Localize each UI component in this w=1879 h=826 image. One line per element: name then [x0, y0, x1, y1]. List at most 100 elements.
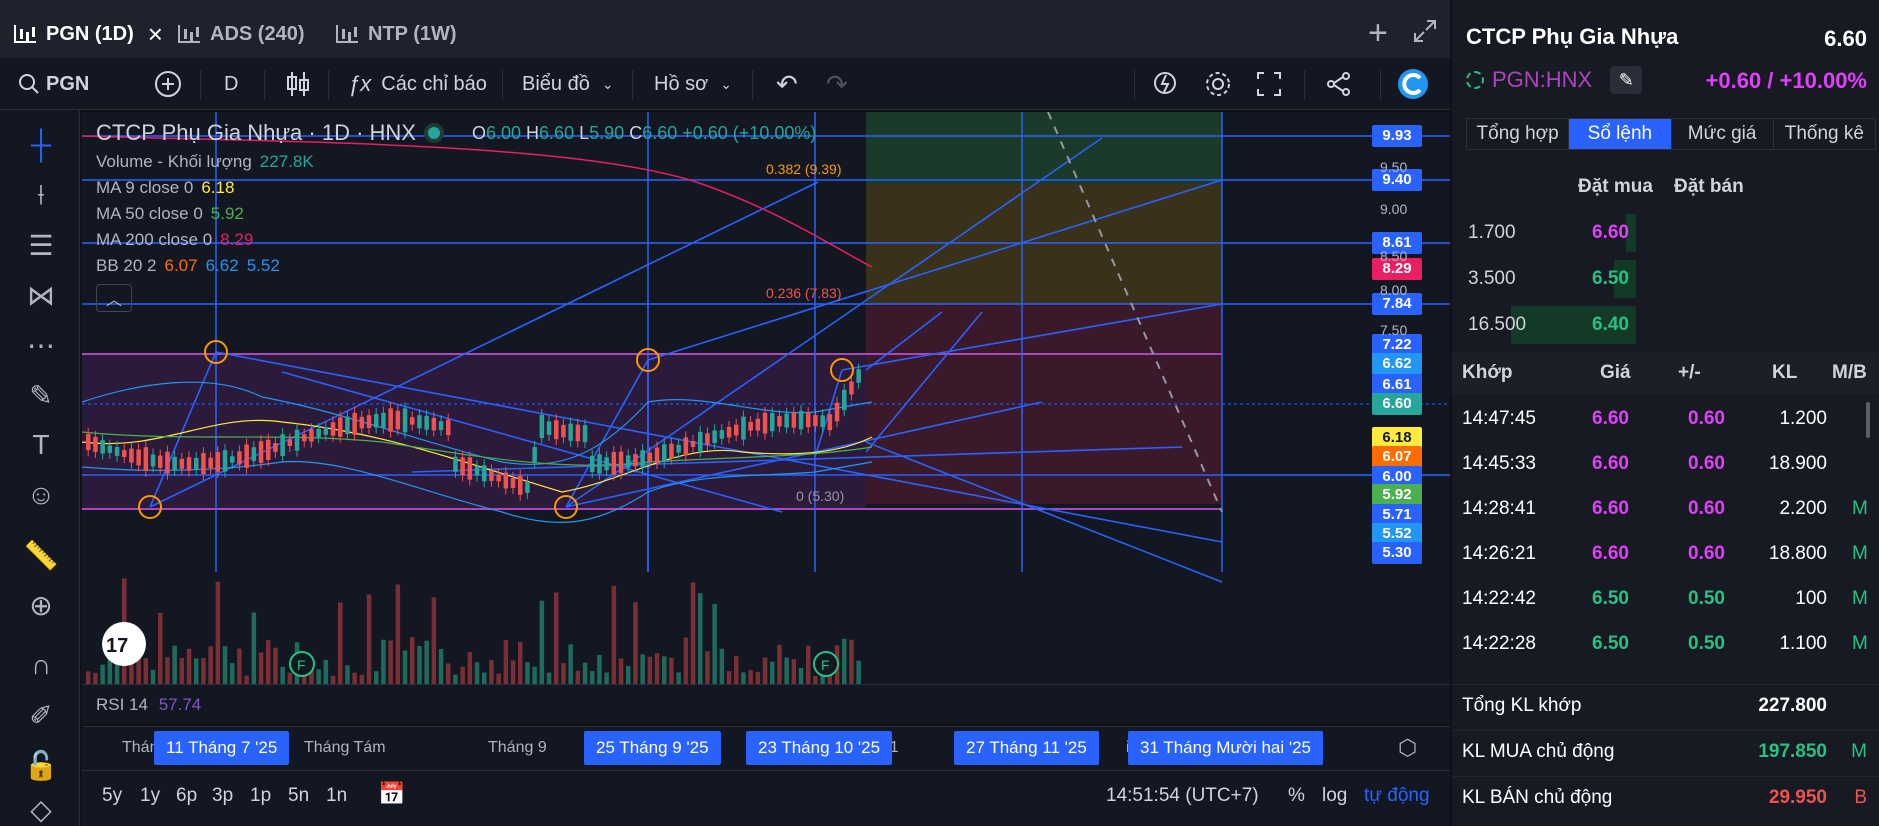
volume-bar [762, 657, 768, 684]
ruler-icon[interactable]: 📏 [20, 534, 62, 576]
rsi-pane[interactable]: RSI 14 57.74 [82, 684, 1450, 724]
volume-bar [518, 641, 523, 684]
chart-menu-button[interactable]: Biểu đồ ⌄ [522, 58, 614, 110]
volume-bar [86, 671, 91, 684]
match-change: 0.60 [1688, 408, 1725, 429]
candle-type-button[interactable] [286, 58, 310, 110]
redo-icon[interactable]: ↷ [826, 58, 848, 110]
tab-label: PGN (1D) [46, 22, 134, 45]
auto-toggle[interactable]: tự động [1364, 785, 1430, 807]
quick-search-icon[interactable] [1152, 58, 1180, 110]
match-row[interactable]: 14:26:21 6.60 0.60 18.800 M [1452, 531, 1879, 576]
symbol-label: PGN:HNX [1492, 67, 1593, 92]
tab-pgn[interactable]: PGN (1D) × [14, 12, 163, 56]
undo-icon[interactable]: ↶ [776, 58, 798, 110]
chevron-down-icon: ⌄ [720, 75, 732, 92]
ma200-legend[interactable]: MA 200 close 0 8.29 [96, 230, 816, 250]
price-chart[interactable]: 0.382 (9.39) 0.236 (7.83) 0 (5.30) F F 1… [82, 112, 1450, 684]
market-status-icon [427, 127, 440, 139]
volume-bar [446, 663, 451, 684]
match-time: 14:22:28 [1462, 633, 1536, 654]
calendar-icon[interactable]: 📅 [378, 781, 405, 807]
add-tab-icon[interactable]: + [1368, 14, 1388, 53]
volume-bar [539, 600, 545, 684]
ma50-legend[interactable]: MA 50 close 0 5.92 [96, 204, 816, 224]
match-row[interactable]: 14:22:28 6.50 0.50 1.100 M [1452, 621, 1879, 666]
orderbook-row[interactable]: 16.500 6.40 [1452, 302, 1879, 348]
tab-orderbook[interactable]: Sổ lệnh [1569, 119, 1672, 149]
range-5y[interactable]: 5y [102, 785, 122, 807]
range-1m[interactable]: 1p [250, 785, 271, 807]
summary-label: KL BÁN chủ động [1462, 787, 1613, 808]
log-toggle[interactable]: log [1322, 785, 1347, 807]
crosshair-icon[interactable]: ┼ [20, 124, 62, 166]
volume-bar [359, 674, 365, 684]
profile-menu-button[interactable]: Hồ sơ ⌄ [654, 58, 732, 110]
match-time: 14:47:45 [1462, 408, 1536, 429]
tab-ntp[interactable]: NTP (1W) [336, 12, 457, 56]
orderbook-row[interactable]: 1.700 6.60 [1452, 210, 1879, 256]
line-tool-icon[interactable]: ⟊ [20, 174, 62, 216]
range-6m[interactable]: 6p [176, 785, 197, 807]
symbol-search[interactable]: PGN [18, 58, 89, 110]
emoji-icon[interactable]: ☺ [20, 474, 62, 516]
volume-bar [532, 666, 537, 684]
lock-drawing-icon[interactable]: ✐ [20, 694, 62, 736]
bid-volume: 16.500 [1468, 314, 1527, 335]
tab-ads[interactable]: ADS (240) [178, 12, 304, 56]
volume-legend[interactable]: Volume - Khối lượng 227.8K [96, 152, 816, 172]
compare-button[interactable] [154, 58, 182, 110]
range-1y[interactable]: 1y [140, 785, 160, 807]
fib-tool-icon[interactable]: ⋯ [20, 324, 62, 366]
volume-bar [611, 585, 617, 684]
add-circle-icon [155, 71, 181, 97]
tab-summary[interactable]: Tổng hợp [1467, 119, 1570, 149]
edit-icon[interactable]: ✎ [1610, 66, 1643, 94]
tab-statistics[interactable]: Thống kê [1774, 119, 1875, 149]
match-row[interactable]: 14:22:42 6.50 0.50 100 M [1452, 576, 1879, 621]
company-name: CTCP Phụ Gia Nhựa [1466, 24, 1679, 49]
magnet-icon[interactable]: ∩ [20, 644, 62, 686]
scrollbar[interactable] [1866, 402, 1870, 438]
ohlc-readout: O6.00 H6.60 L5.90 C6.60 +0.60 (+10.00%) [471, 122, 817, 143]
summary-tag: M [1851, 741, 1867, 762]
chart-legend: CTCP Phụ Gia Nhựa · 1D · HNX O6.00 H6.60… [96, 120, 816, 312]
fullscreen-icon[interactable] [1256, 58, 1282, 110]
brush-icon[interactable]: ✎ [20, 374, 62, 416]
percent-toggle[interactable]: % [1288, 785, 1305, 807]
eye-icon[interactable]: ◇ [20, 794, 62, 825]
range-5d[interactable]: 5n [288, 785, 309, 807]
volume-bar [690, 582, 696, 684]
quote-panel: CTCP Phụ Gia Nhựa 6.60 PGN:HNX ✎ +0.60 /… [1452, 0, 1879, 826]
orderbook-row[interactable]: 3.500 6.50 [1452, 256, 1879, 302]
volume-bar [618, 658, 624, 684]
collapse-legend-button[interactable]: ︿ [96, 284, 132, 312]
expand-icon[interactable] [1412, 18, 1438, 44]
volume-bar [482, 672, 487, 684]
volume-bar [654, 653, 660, 684]
range-1d[interactable]: 1n [326, 785, 347, 807]
time-axis[interactable]: Tháng Tháng Tám Tháng 9 11 i 11 Tháng 7 … [82, 726, 1450, 770]
text-tool-icon[interactable]: T [20, 424, 62, 466]
close-icon[interactable]: × [148, 19, 163, 50]
match-row[interactable]: 14:47:45 6.60 0.60 1.200 [1452, 396, 1879, 441]
tab-price-levels[interactable]: Mức giá [1672, 119, 1774, 149]
bb-legend[interactable]: BB 20 2 6.07 6.62 5.52 [96, 256, 816, 276]
lock-icon[interactable]: 🔓 [20, 744, 62, 786]
match-row[interactable]: 14:28:41 6.60 0.60 2.200 M [1452, 486, 1879, 531]
summary-label: KL MUA chủ động [1462, 741, 1615, 762]
match-row[interactable]: 14:45:33 6.60 0.60 18.900 [1452, 441, 1879, 486]
interval-button[interactable]: D [224, 58, 238, 110]
pattern-tool-icon[interactable]: ⋈ [20, 274, 62, 316]
volume-bar [849, 639, 854, 684]
settings-icon[interactable]: ⬡ [1398, 735, 1417, 761]
zoom-in-icon[interactable]: ⊕ [20, 584, 62, 626]
share-icon[interactable] [1326, 58, 1352, 110]
range-3m[interactable]: 3p [212, 785, 233, 807]
settings-gear-icon[interactable] [1204, 58, 1232, 110]
bid-price: 6.60 [1592, 222, 1629, 243]
indicators-button[interactable]: ƒx Các chỉ báo [348, 58, 487, 110]
volume-bar [489, 659, 494, 684]
ma9-legend[interactable]: MA 9 close 0 6.18 [96, 178, 816, 198]
horizontal-lines-icon[interactable]: ☰ [20, 224, 62, 266]
